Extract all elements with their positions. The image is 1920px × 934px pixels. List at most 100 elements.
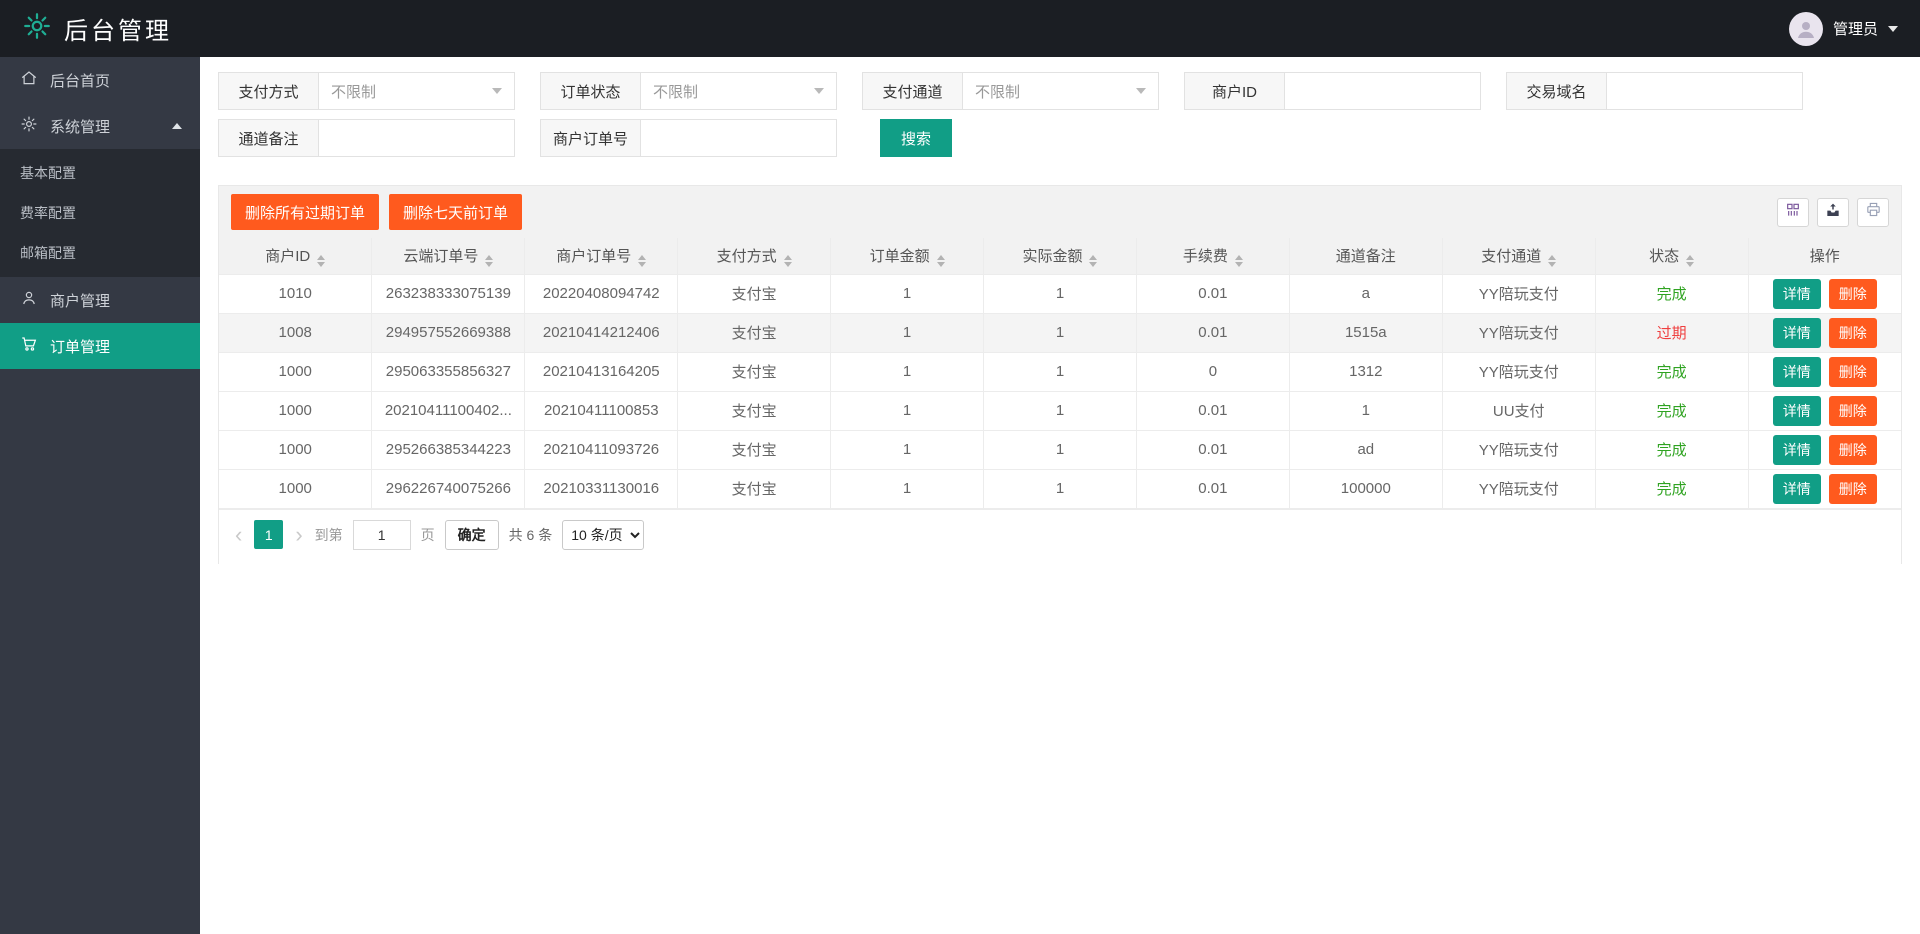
column-header-1[interactable]: 商户ID: [219, 238, 373, 275]
table-cell: ad: [1288, 429, 1443, 470]
detail-button[interactable]: 详情: [1772, 473, 1821, 504]
payment-channel-select[interactable]: 不限制: [963, 73, 1158, 109]
column-header-11: 操作: [1747, 238, 1901, 275]
sort-icon[interactable]: [485, 254, 494, 267]
table-row: 1000 295266385344223 20210411093726 支付宝 1 1 0.…: [219, 429, 1901, 470]
status-cell: 完成: [1594, 429, 1749, 470]
table-cell: 0.01: [1135, 390, 1290, 431]
sidebar-item-system[interactable]: 系统管理: [0, 103, 200, 149]
next-page-button[interactable]: ›: [293, 523, 304, 546]
table-cell: 1: [983, 273, 1137, 314]
column-header-10[interactable]: 状态: [1594, 238, 1749, 275]
filter-panel: 支付方式 不限制 订单状态 不限制 支付通道 不限制 商户ID 交易域名 通道备…: [218, 72, 1902, 157]
status-cell: 完成: [1594, 390, 1749, 431]
goto-confirm-button[interactable]: 确定: [444, 519, 499, 550]
cart-icon: [20, 335, 38, 357]
sort-icon[interactable]: [1548, 254, 1557, 267]
filter-label: 交易域名: [1507, 73, 1607, 109]
filter-merchant-id: 商户ID: [1184, 72, 1481, 110]
sidebar-subitem-basic-config[interactable]: 基本配置: [0, 153, 200, 193]
merchant-order-no-input[interactable]: [641, 120, 836, 156]
sort-icon[interactable]: [1234, 254, 1243, 267]
delete-week-old-orders-button[interactable]: 删除七天前订单: [389, 194, 523, 230]
sort-icon[interactable]: [317, 254, 326, 267]
detail-button[interactable]: 详情: [1772, 356, 1821, 387]
sort-icon[interactable]: [936, 254, 945, 267]
detail-button[interactable]: 详情: [1772, 395, 1821, 426]
sidebar-item-label: 商户管理: [50, 292, 111, 310]
table-cell: 1: [1288, 390, 1443, 431]
sort-icon[interactable]: [638, 254, 647, 267]
column-header-2[interactable]: 云端订单号: [371, 238, 526, 275]
status-badge: 完成: [1656, 481, 1687, 498]
select-value: 不限制: [331, 83, 377, 101]
goto-prefix-label: 到第: [314, 526, 343, 543]
order-status-select[interactable]: 不限制: [641, 73, 836, 109]
table-cell: 20210413164205: [524, 351, 679, 392]
column-header-3[interactable]: 商户订单号: [524, 238, 679, 275]
column-label: 支付方式: [716, 247, 777, 265]
delete-button[interactable]: 删除: [1828, 434, 1877, 465]
delete-button[interactable]: 删除: [1828, 473, 1877, 504]
sidebar-subitem-mail-config[interactable]: 邮箱配置: [0, 233, 200, 273]
column-header-6[interactable]: 实际金额: [983, 238, 1137, 275]
actions-cell: 详情 删除: [1747, 390, 1901, 431]
main-content: 支付方式 不限制 订单状态 不限制 支付通道 不限制 商户ID 交易域名 通道备…: [200, 57, 1920, 934]
table-cell: 20210414212406: [524, 312, 679, 353]
chevron-down-icon: [1888, 25, 1898, 32]
columns-toggle-button[interactable]: [1777, 197, 1809, 227]
sort-icon[interactable]: [783, 254, 792, 267]
delete-button[interactable]: 删除: [1828, 356, 1877, 387]
detail-button[interactable]: 详情: [1772, 317, 1821, 348]
table-cell: 1000: [219, 351, 373, 392]
trade-domain-input[interactable]: [1607, 73, 1802, 109]
table-cell: 0.01: [1135, 273, 1290, 314]
status-badge: 完成: [1656, 442, 1687, 459]
table-cell: YY陪玩支付: [1441, 312, 1596, 353]
delete-button[interactable]: 删除: [1828, 278, 1877, 309]
table-cell: a: [1288, 273, 1443, 314]
sidebar-item-home[interactable]: 后台首页: [0, 57, 200, 103]
table-cell: 1: [830, 468, 985, 509]
user-menu[interactable]: 管理员: [1788, 11, 1898, 46]
print-button[interactable]: [1857, 197, 1889, 227]
status-cell: 完成: [1594, 468, 1749, 509]
sidebar-item-orders[interactable]: 订单管理: [0, 323, 200, 369]
table-cell: 1: [830, 390, 985, 431]
table-cell: 1: [830, 429, 985, 470]
column-header-9[interactable]: 支付通道: [1441, 238, 1596, 275]
payment-method-select[interactable]: 不限制: [319, 73, 514, 109]
delete-button[interactable]: 删除: [1828, 395, 1877, 426]
column-header-7[interactable]: 手续费: [1135, 238, 1290, 275]
current-page-button[interactable]: 1: [254, 520, 284, 549]
previous-page-button[interactable]: ‹: [233, 523, 244, 546]
logo-gear-icon: [22, 11, 52, 46]
status-cell: 完成: [1594, 351, 1749, 392]
filter-channel-remark: 通道备注: [218, 119, 515, 157]
sort-icon[interactable]: [1686, 254, 1695, 267]
table-cell: 1: [830, 351, 985, 392]
table-header-row: 商户ID 云端订单号 商户订单号 支付方式 订单金额 实际金额 手续费 通道备注 支付通道 状态 操…: [219, 238, 1901, 275]
table-cell: 1312: [1288, 351, 1443, 392]
delete-expired-orders-button[interactable]: 删除所有过期订单: [231, 194, 380, 230]
export-button[interactable]: [1817, 197, 1849, 227]
search-button[interactable]: 搜索: [880, 119, 952, 157]
columns-icon: [1785, 202, 1801, 223]
table-cell: 支付宝: [677, 390, 832, 431]
sidebar-item-merchant[interactable]: 商户管理: [0, 277, 200, 323]
sidebar-subitem-rate-config[interactable]: 费率配置: [0, 193, 200, 233]
sort-icon[interactable]: [1089, 254, 1098, 267]
detail-button[interactable]: 详情: [1772, 278, 1821, 309]
chevron-down-icon: [1136, 88, 1146, 94]
column-header-5[interactable]: 订单金额: [830, 238, 985, 275]
merchant-id-input[interactable]: [1285, 73, 1480, 109]
goto-page-input[interactable]: [352, 519, 411, 550]
filter-payment-channel: 支付通道 不限制: [862, 72, 1159, 110]
delete-button[interactable]: 删除: [1828, 317, 1877, 348]
page-size-select[interactable]: 10 条/页: [562, 519, 645, 550]
channel-remark-input[interactable]: [319, 120, 514, 156]
table-cell: 1008: [219, 312, 373, 353]
table-cell: 20210411100402...: [371, 390, 526, 431]
detail-button[interactable]: 详情: [1772, 434, 1821, 465]
column-header-4[interactable]: 支付方式: [677, 238, 832, 275]
